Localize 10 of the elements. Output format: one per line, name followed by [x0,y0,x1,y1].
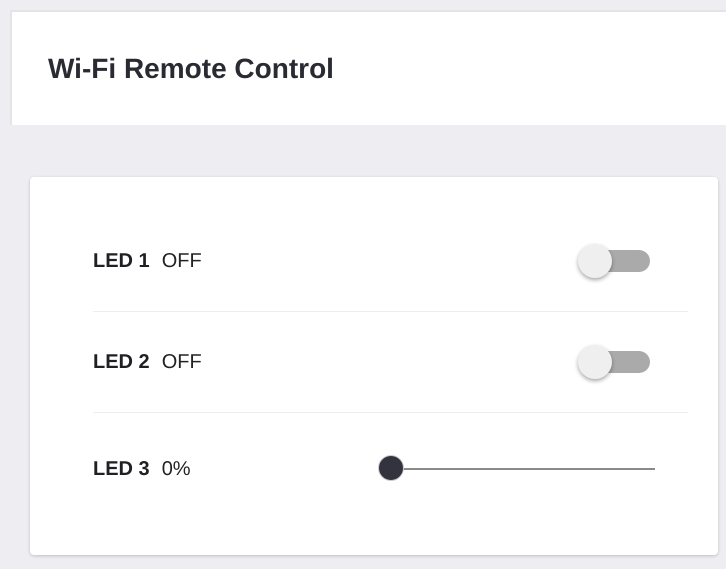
led-label: LED 3 [93,458,150,480]
page-title: Wi-Fi Remote Control [48,52,334,84]
led-state: OFF [162,350,202,374]
led-label: LED 1 [93,250,150,272]
toggle-switch[interactable] [578,244,650,278]
brightness-slider[interactable] [380,454,655,484]
led-label: LED 2 [93,350,150,374]
led-state: OFF [162,250,202,272]
toggle-switch[interactable] [578,345,650,379]
led-state: 0% [162,458,191,480]
